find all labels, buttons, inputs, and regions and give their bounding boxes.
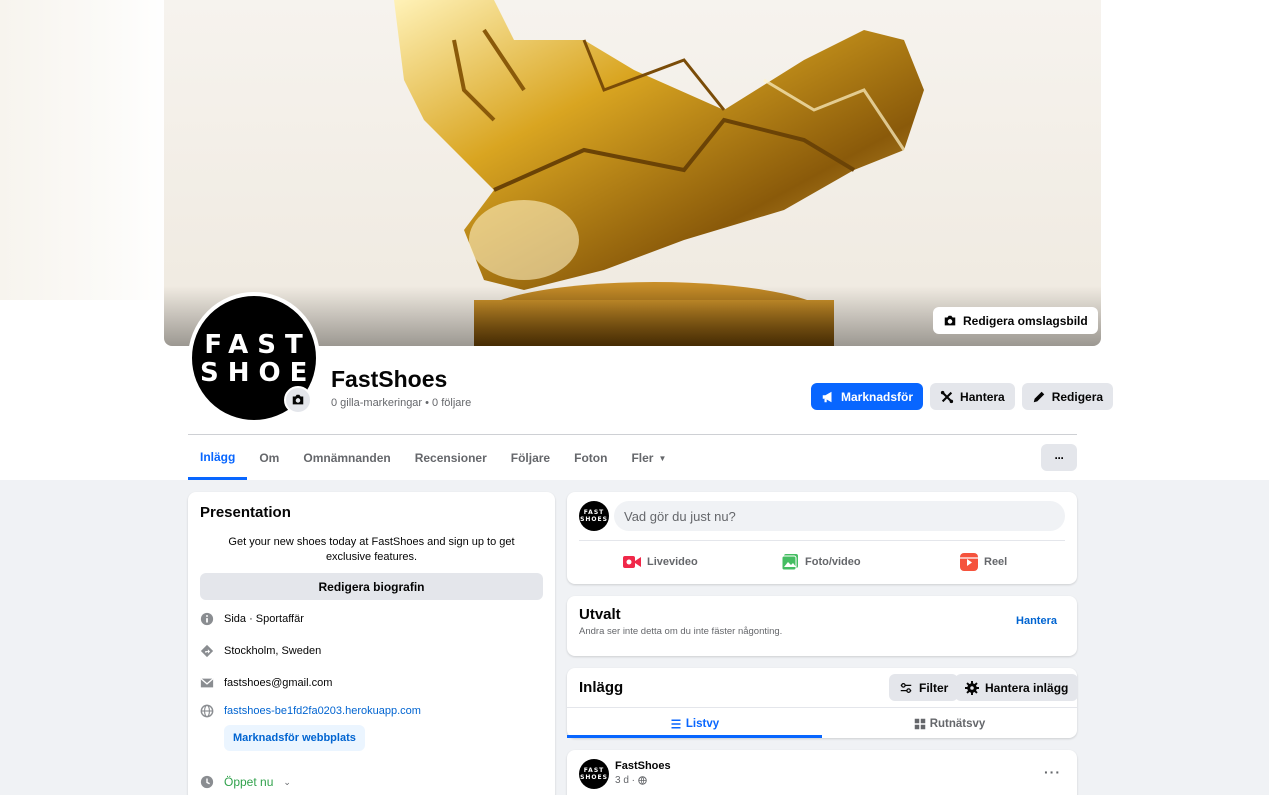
tab-photos[interactable]: Foton [562,436,619,480]
posts-card: Inlägg Filter Hantera inlägg Listvy Rutn… [567,668,1079,738]
globe-icon [200,704,214,718]
post-composer: FAST SHOES Vad gör du just nu? Livevideo… [567,492,1077,584]
envelope-icon [200,678,214,688]
intro-title: Presentation [200,504,291,521]
globe-icon [638,776,647,785]
avatar-logo-line2: SHOES [200,358,317,388]
composer-input[interactable]: Vad gör du just nu? [614,501,1065,531]
email-text: fastshoes@gmail.com [224,677,333,689]
post-timestamp[interactable]: 3 d · [615,775,647,786]
photo-icon [781,554,798,571]
info-email: fastshoes@gmail.com [200,676,332,690]
photo-video-button[interactable]: Foto/video [781,550,861,574]
manage-posts-button[interactable]: Hantera inlägg [955,674,1079,701]
edit-bio-button[interactable]: Redigera biografin [200,573,543,600]
tab-posts[interactable]: Inlägg [188,436,248,480]
pencil-icon [1033,391,1044,402]
more-options-button[interactable]: ··· [1041,444,1077,471]
info-location: Stockholm, Sweden [200,644,321,658]
manage-button[interactable]: Hantera [930,383,1015,410]
info-hours[interactable]: Öppet nu ⌄ [200,775,291,789]
photo-video-label: Foto/video [805,556,861,568]
post-avatar-line1: FAST [583,767,605,774]
website-link[interactable]: fastshoes-be1fd2fa0203.herokuapp.com [224,705,421,717]
category-text: Sida · Sportaffär [224,613,304,625]
caret-down-icon: ▼ [658,453,667,463]
cover-photo[interactable] [164,0,1101,346]
tools-icon [940,390,954,403]
live-video-button[interactable]: Livevideo [623,550,698,574]
post-author-avatar[interactable]: FAST SHOES [579,759,609,789]
promote-website-button[interactable]: Marknadsför webbplats [224,725,365,751]
featured-title: Utvalt [579,606,621,623]
hours-text: Öppet nu [224,775,274,789]
grid-icon [914,718,925,730]
filter-button[interactable]: Filter [889,674,959,701]
grid-view-label: Rutnätsvy [929,718,986,730]
info-icon [200,612,214,626]
composer-separator [579,540,1065,541]
camera-icon [292,394,304,405]
promote-label: Marknadsför [841,389,914,404]
tab-more[interactable]: Fler ▼ [619,436,678,480]
reel-label: Reel [984,556,1008,568]
tab-followers[interactable]: Följare [499,436,562,480]
page-title: FastShoes [331,366,448,392]
clock-icon [200,775,214,789]
featured-card: Utvalt Andra ser inte detta om du inte f… [567,596,1077,656]
reel-icon [960,553,978,571]
info-website: fastshoes-be1fd2fa0203.herokuapp.com [200,704,421,718]
list-view-label: Listvy [685,718,720,730]
live-video-icon [623,556,641,568]
intro-card: Presentation Get your new shoes today at… [188,492,555,795]
composer-avatar-line2: SHOES [580,516,608,523]
page-actions: Marknadsför Hantera Redigera [811,383,1114,410]
edit-cover-label: Redigera omslagsbild [963,313,1088,328]
info-category: Sida · Sportaffär [200,612,304,626]
update-profile-picture-button[interactable] [284,386,312,414]
composer-avatar[interactable]: FAST SHOES [579,501,609,531]
edit-bio-label: Redigera biografin [318,579,425,594]
left-glow-decoration [0,0,170,300]
header-divider [188,434,1077,435]
edit-label: Redigera [1051,389,1104,404]
ellipsis-icon: ··· [1054,450,1065,465]
camera-icon [944,315,956,325]
post-avatar-line2: SHOES [580,774,608,781]
post-author-name[interactable]: FastShoes [615,760,671,772]
posts-title: Inlägg [579,679,624,696]
tab-more-label: Fler [631,451,654,465]
post-time-text: 3 d · [615,775,636,786]
list-icon [671,719,681,729]
featured-manage-link[interactable]: Hantera [1016,615,1057,627]
location-text: Stockholm, Sweden [224,645,322,657]
list-view-tab[interactable]: Listvy [567,710,822,738]
filter-sliders-icon [900,682,912,693]
intro-bio: Get your new shoes today at FastShoes an… [228,536,515,563]
featured-subtitle: Andra ser inte detta om du inte fäster n… [579,626,783,637]
grid-view-tab[interactable]: Rutnätsvy [822,710,1077,738]
avatar-logo-line1: FAST [204,330,312,360]
tab-about[interactable]: Om [247,436,291,480]
edit-cover-photo-button[interactable]: Redigera omslagsbild [933,307,1098,334]
tab-reviews[interactable]: Recensioner [403,436,499,480]
gear-icon [965,680,979,695]
tab-mentions[interactable]: Omnämnanden [291,436,402,480]
profile-tabs: Inlägg Om Omnämnanden Recensioner Följar… [188,436,678,480]
filter-label: Filter [919,680,949,695]
composer-avatar-line1: FAST [583,509,605,516]
manage-label: Hantera [960,389,1005,404]
directions-icon [200,644,214,658]
manage-posts-label: Hantera inlägg [985,680,1069,695]
page-stats[interactable]: 0 gilla-markeringar • 0 följare [331,397,471,409]
posts-separator [567,707,1077,708]
edit-page-button[interactable]: Redigera [1021,383,1114,410]
live-video-label: Livevideo [647,556,698,568]
promote-button[interactable]: Marknadsför [811,383,924,410]
post-item: FAST SHOES FastShoes 3 d · ··· [567,750,1077,795]
post-options-button[interactable]: ··· [1044,764,1061,780]
reel-button[interactable]: Reel [960,550,1007,574]
megaphone-icon [822,391,832,402]
chevron-down-icon: ⌄ [283,776,291,787]
